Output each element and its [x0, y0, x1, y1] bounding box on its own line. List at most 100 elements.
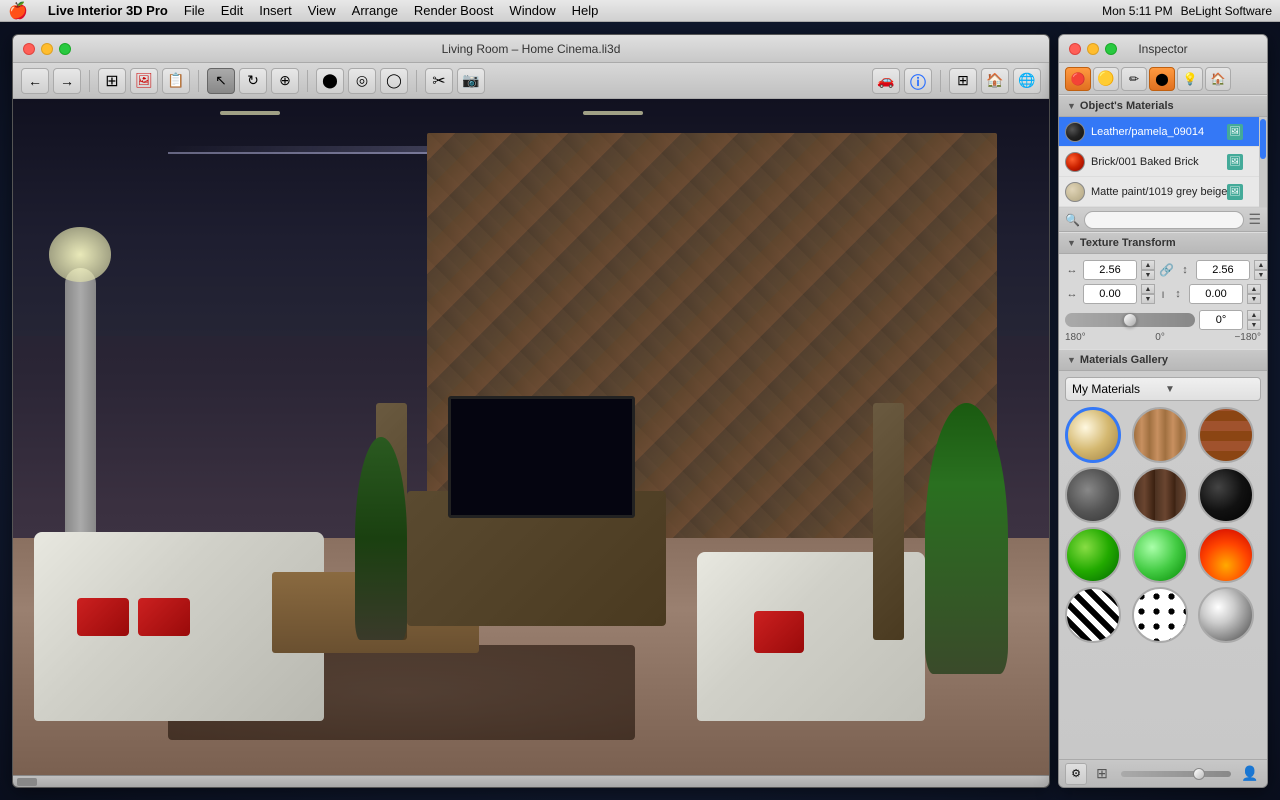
- offset-x-up[interactable]: ▲: [1141, 284, 1155, 294]
- offset-link-icon: ı: [1159, 287, 1167, 301]
- rotation-row: ▲ ▼: [1065, 310, 1261, 330]
- options-icon[interactable]: ☰: [1248, 211, 1261, 228]
- rotation-down[interactable]: ▼: [1247, 320, 1261, 330]
- sphere-tool[interactable]: ⬤: [316, 68, 344, 94]
- height-down[interactable]: ▼: [1254, 270, 1267, 280]
- height-input[interactable]: [1196, 260, 1250, 280]
- height-up[interactable]: ▲: [1254, 260, 1267, 270]
- rotation-slider[interactable]: [1065, 313, 1195, 327]
- material-item-1[interactable]: Leather/pamela_09014 🖼: [1059, 117, 1267, 147]
- gallery-item-stone[interactable]: [1065, 467, 1121, 523]
- offset-y-stepper[interactable]: ▲ ▼: [1247, 284, 1261, 304]
- tab-shape[interactable]: 🟡: [1093, 67, 1119, 91]
- forward-button[interactable]: →: [53, 68, 81, 94]
- menu-appname[interactable]: Live Interior 3D Pro: [48, 3, 168, 18]
- close-button[interactable]: [23, 43, 35, 55]
- materials-gallery-header[interactable]: ▼ Materials Gallery: [1059, 349, 1267, 371]
- pillow-2: [138, 598, 190, 636]
- rotation-stepper[interactable]: ▲ ▼: [1247, 310, 1261, 330]
- gallery-item-zebra[interactable]: [1065, 587, 1121, 643]
- tab-edit[interactable]: ✏: [1121, 67, 1147, 91]
- select-tool[interactable]: ↖: [207, 68, 235, 94]
- minimize-button[interactable]: [41, 43, 53, 55]
- zoom-slider[interactable]: [1121, 771, 1231, 777]
- materials-scrollbar[interactable]: [1259, 117, 1267, 207]
- menu-arrange[interactable]: Arrange: [352, 3, 398, 18]
- offset-x-input[interactable]: [1083, 284, 1137, 304]
- gallery-item-green[interactable]: [1065, 527, 1121, 583]
- width-input[interactable]: [1083, 260, 1137, 280]
- info-button[interactable]: ⓘ: [904, 68, 932, 94]
- menu-help[interactable]: Help: [572, 3, 599, 18]
- gallery-item-bright-green[interactable]: [1132, 527, 1188, 583]
- material-item-2[interactable]: Brick/001 Baked Brick 🖼: [1059, 147, 1267, 177]
- rotation-thumb[interactable]: [1123, 313, 1137, 327]
- gallery-item-cream[interactable]: [1065, 407, 1121, 463]
- gallery-item-wood-light[interactable]: [1132, 407, 1188, 463]
- offset-y-down[interactable]: ▼: [1247, 294, 1261, 304]
- inspector-maximize[interactable]: [1105, 43, 1117, 55]
- view-2d[interactable]: ⊞: [949, 68, 977, 94]
- menu-view[interactable]: View: [308, 3, 336, 18]
- material-item-3[interactable]: Matte paint/1019 grey beige 🖼: [1059, 177, 1267, 207]
- menu-edit[interactable]: Edit: [221, 3, 243, 18]
- menu-file[interactable]: File: [184, 3, 205, 18]
- floorplan-button[interactable]: ⊞: [98, 68, 126, 94]
- gallery-item-brick[interactable]: [1198, 407, 1254, 463]
- grid-view-button[interactable]: ⊞: [1091, 763, 1113, 785]
- gallery-dropdown-label: My Materials: [1072, 382, 1161, 396]
- offset-x-stepper[interactable]: ▲ ▼: [1141, 284, 1155, 304]
- view-home[interactable]: 🏠: [981, 68, 1009, 94]
- height-stepper[interactable]: ▲ ▼: [1254, 260, 1267, 280]
- maximize-button[interactable]: [59, 43, 71, 55]
- gallery-item-dark-wood[interactable]: [1132, 467, 1188, 523]
- tab-texture[interactable]: ⬤: [1149, 67, 1175, 91]
- menu-insert[interactable]: Insert: [259, 3, 292, 18]
- circle-tool[interactable]: ◎: [348, 68, 376, 94]
- back-button[interactable]: ←: [21, 68, 49, 94]
- offset-y-up[interactable]: ▲: [1247, 284, 1261, 294]
- viewport[interactable]: [13, 99, 1049, 775]
- menu-renderbost[interactable]: Render Boost: [414, 3, 494, 18]
- inspector-minimize[interactable]: [1087, 43, 1099, 55]
- zoom-slider-thumb[interactable]: [1193, 768, 1205, 780]
- rotate-tool[interactable]: ↻: [239, 68, 267, 94]
- width-down[interactable]: ▼: [1141, 270, 1155, 280]
- clipboard-button[interactable]: 📋: [162, 68, 190, 94]
- plant-right: [925, 403, 1008, 673]
- tab-light[interactable]: 💡: [1177, 67, 1203, 91]
- ring-tool[interactable]: ◯: [380, 68, 408, 94]
- offset-y-input[interactable]: [1189, 284, 1243, 304]
- rotation-up[interactable]: ▲: [1247, 310, 1261, 320]
- ceiling-light-1: [220, 111, 280, 115]
- width-stepper[interactable]: ▲ ▼: [1141, 260, 1155, 280]
- scissors-tool[interactable]: ✂: [425, 68, 453, 94]
- apple-menu[interactable]: 🍎: [8, 1, 28, 21]
- rotation-input[interactable]: [1199, 310, 1243, 330]
- gallery-item-metal[interactable]: [1198, 587, 1254, 643]
- gallery-item-black[interactable]: [1198, 467, 1254, 523]
- texture-transform-header[interactable]: ▼ Texture Transform: [1059, 232, 1267, 254]
- add-material-button[interactable]: ⚙: [1065, 763, 1087, 785]
- view-3d[interactable]: 🌐: [1013, 68, 1041, 94]
- width-up[interactable]: ▲: [1141, 260, 1155, 270]
- dropdown-arrow-icon: ▼: [1165, 384, 1254, 395]
- tab-materials[interactable]: 🔴: [1065, 67, 1091, 91]
- viewport-scrollbar[interactable]: [13, 775, 1049, 787]
- move-tool[interactable]: ⊕: [271, 68, 299, 94]
- gallery-item-spots[interactable]: [1132, 587, 1188, 643]
- menu-window[interactable]: Window: [509, 3, 555, 18]
- gallery-dropdown[interactable]: My Materials ▼: [1065, 377, 1261, 401]
- render-button[interactable]: 🖼: [130, 68, 158, 94]
- car-button[interactable]: 🚗: [872, 68, 900, 94]
- camera-tool[interactable]: 📷: [457, 68, 485, 94]
- inspector-close[interactable]: [1069, 43, 1081, 55]
- offset-x-down[interactable]: ▼: [1141, 294, 1155, 304]
- objects-materials-header[interactable]: ▼ Object's Materials: [1059, 95, 1267, 117]
- gallery-item-fire[interactable]: [1198, 527, 1254, 583]
- viewport-scrollthumb[interactable]: [17, 778, 37, 786]
- tab-house[interactable]: 🏠: [1205, 67, 1231, 91]
- materials-scrollthumb[interactable]: [1260, 119, 1266, 159]
- person-icon[interactable]: 👤: [1239, 763, 1261, 785]
- search-input[interactable]: [1084, 211, 1244, 229]
